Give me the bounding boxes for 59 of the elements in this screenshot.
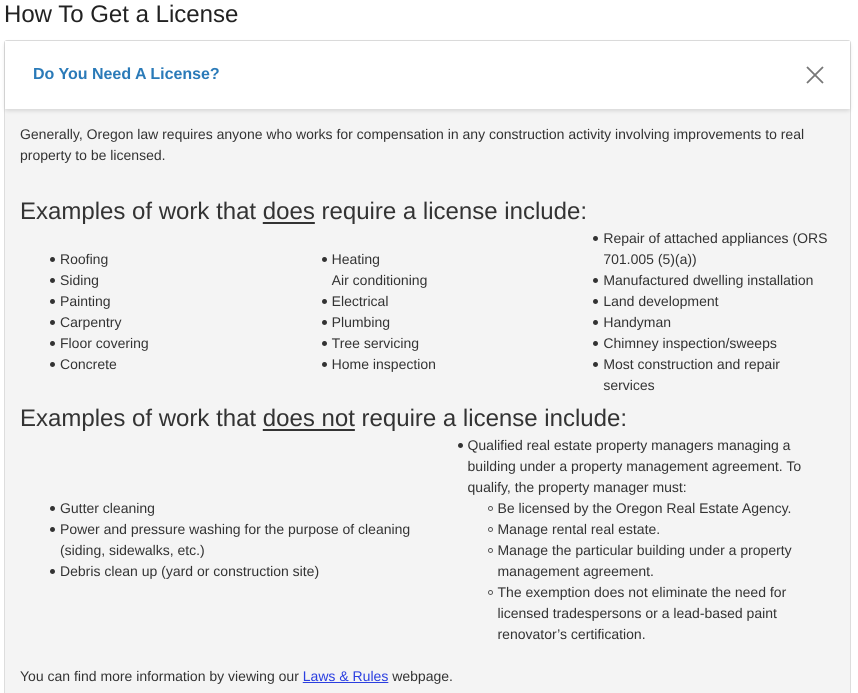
list-item-text: Handyman xyxy=(603,313,672,332)
list-item-text: Manage the particular building under a property management agreement. xyxy=(498,541,793,581)
bullet-icon xyxy=(50,320,55,325)
section-heading: Examples of work that does require a license include: xyxy=(20,198,588,226)
intro-paragraph: Generally, Oregon law requires anyone who works for compensation in any construction activity involving improvements to real property to be licensed. xyxy=(20,125,806,165)
list-item-text: Most construction and repair services xyxy=(603,355,781,395)
list-item-text: The exemption does not eliminate the need for licensed tradespersons or a lead-based paint renovator’s certification. xyxy=(498,583,788,644)
bullet-icon xyxy=(50,341,55,346)
list-item-text: Plumbing xyxy=(332,313,390,332)
bullet-icon xyxy=(488,590,492,595)
list-item-text: Gutter cleaning xyxy=(60,499,155,518)
list-item-text: Siding xyxy=(60,271,99,290)
bullet-icon xyxy=(488,506,492,511)
list-item-text: Tree servicing xyxy=(332,334,420,353)
section-heading: Examples of work that does not require a license include: xyxy=(20,405,628,433)
bullet-icon xyxy=(488,527,492,532)
list-item-text: Manage rental real estate. xyxy=(498,520,660,539)
list-item-text: Debris clean up (yard or construction site) xyxy=(60,562,320,581)
list-item-text: Power and pressure washing for the purpose of cleaning (siding, sidewalks, etc.) xyxy=(60,520,412,560)
bullet-icon xyxy=(593,236,598,241)
bullet-icon xyxy=(322,320,327,325)
list-item-text: Carpentry xyxy=(60,313,122,332)
list-item-text: Electrical xyxy=(332,292,388,311)
list-item-text: Manufactured dwelling installation xyxy=(603,271,814,290)
list-item-text: Heating Air conditioning xyxy=(332,250,428,290)
bullet-icon xyxy=(322,257,327,262)
bullet-icon xyxy=(593,341,598,346)
list-item-text: Qualified real estate property managers managing a building under a property management agreement. To qualify, the property manager must: xyxy=(468,436,802,497)
bullet-icon xyxy=(50,257,55,262)
bullet-icon xyxy=(50,278,55,283)
list-item-text: Be licensed by the Oregon Real Estate Agency. xyxy=(498,499,792,518)
bullet-icon xyxy=(593,320,598,325)
bullet-icon xyxy=(50,506,55,511)
laws-rules-link[interactable]: Laws & Rules xyxy=(302,668,388,684)
bullet-icon xyxy=(50,527,55,532)
close-icon[interactable] xyxy=(806,66,824,84)
list-item-text: Floor covering xyxy=(60,334,149,353)
list-item-text: Repair of attached appliances (ORS 701.005 (5)(a)) xyxy=(603,229,828,269)
bullet-icon xyxy=(322,299,327,304)
bullet-icon xyxy=(50,299,55,304)
list-item-text: Chimney inspection/sweeps xyxy=(603,334,777,353)
bullet-icon xyxy=(593,362,598,367)
panel-header[interactable]: Do You Need A License? xyxy=(5,41,850,109)
panel-title: Do You Need A License? xyxy=(33,65,220,85)
footer-paragraph: You can find more information by viewing our Laws & Rules webpage. xyxy=(20,667,454,686)
bullet-icon xyxy=(593,278,598,283)
list-item-text: Painting xyxy=(60,292,111,311)
page-title: How To Get a License xyxy=(3,0,240,30)
list-item-text: Concrete xyxy=(60,355,117,374)
bullet-icon xyxy=(50,569,55,574)
bullet-icon xyxy=(322,362,327,367)
list-item-text: Roofing xyxy=(60,250,108,269)
list-item-text: Land development xyxy=(603,292,719,311)
bullet-icon xyxy=(458,443,462,448)
list-item-text: Home inspection xyxy=(332,355,436,374)
bullet-icon xyxy=(322,341,327,346)
bullet-icon xyxy=(593,299,598,304)
bullet-icon xyxy=(488,548,492,553)
bullet-icon xyxy=(50,362,55,367)
